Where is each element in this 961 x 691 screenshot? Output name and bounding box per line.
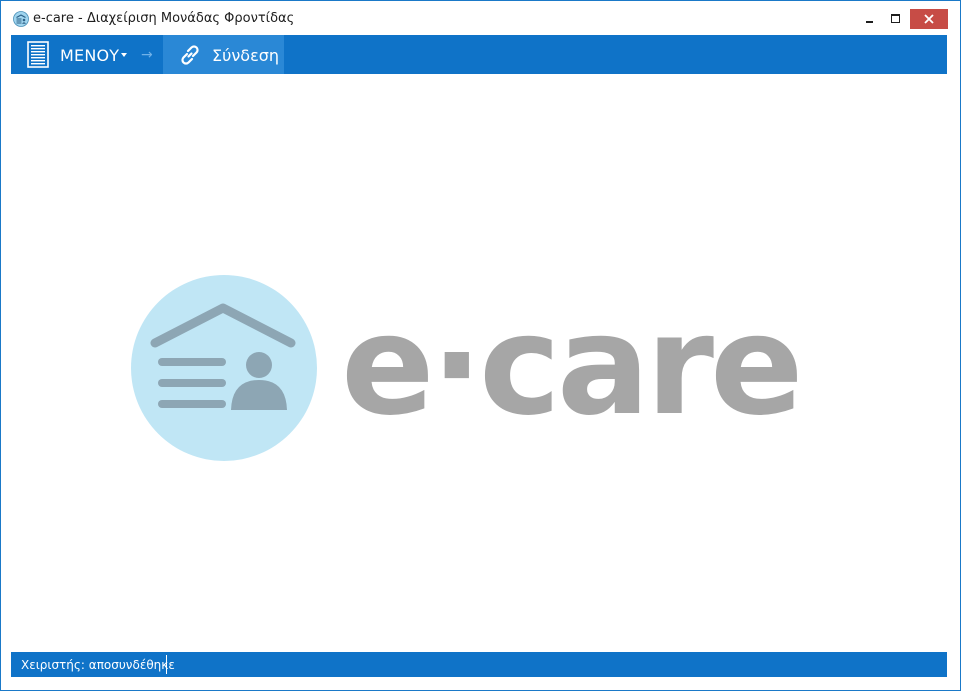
connect-label: Σύνδεση [212, 46, 280, 65]
minimize-icon [866, 21, 873, 23]
maximize-button[interactable] [883, 9, 909, 29]
link-icon [181, 45, 199, 65]
connect-button[interactable]: Σύνδεση [163, 35, 284, 74]
window-title: e-care - Διαχείριση Μονάδας Φροντίδας [33, 11, 295, 26]
app-logo-icon [13, 11, 29, 27]
chevron-down-icon [121, 53, 127, 57]
close-button[interactable] [910, 9, 948, 29]
logo-wordmark: e·care [341, 285, 804, 446]
main-content-area: e·care [11, 74, 947, 652]
close-icon [924, 14, 934, 24]
menu-label: ΜΕΝΟΥ [60, 46, 120, 65]
home-care-logo-icon [131, 275, 317, 461]
app-window: e-care - Διαχείριση Μονάδας Φροντίδας ΜΕ… [0, 0, 961, 691]
e-care-logo: e·care [129, 273, 804, 463]
arrow-right-icon: → [141, 47, 153, 63]
status-bar: Χειριστής: αποσυνδέθηκε [11, 652, 947, 677]
maximize-icon [891, 14, 900, 23]
minimize-button[interactable] [855, 9, 883, 29]
operator-status: Χειριστής: αποσυνδέθηκε [21, 658, 175, 672]
title-bar[interactable]: e-care - Διαχείριση Μονάδας Φροντίδας [1, 1, 960, 35]
menu-button[interactable]: ΜΕΝΟΥ → [11, 35, 163, 74]
document-icon [27, 41, 49, 68]
status-divider [166, 655, 167, 674]
main-toolbar: ΜΕΝΟΥ → Σύνδεση [11, 35, 947, 74]
